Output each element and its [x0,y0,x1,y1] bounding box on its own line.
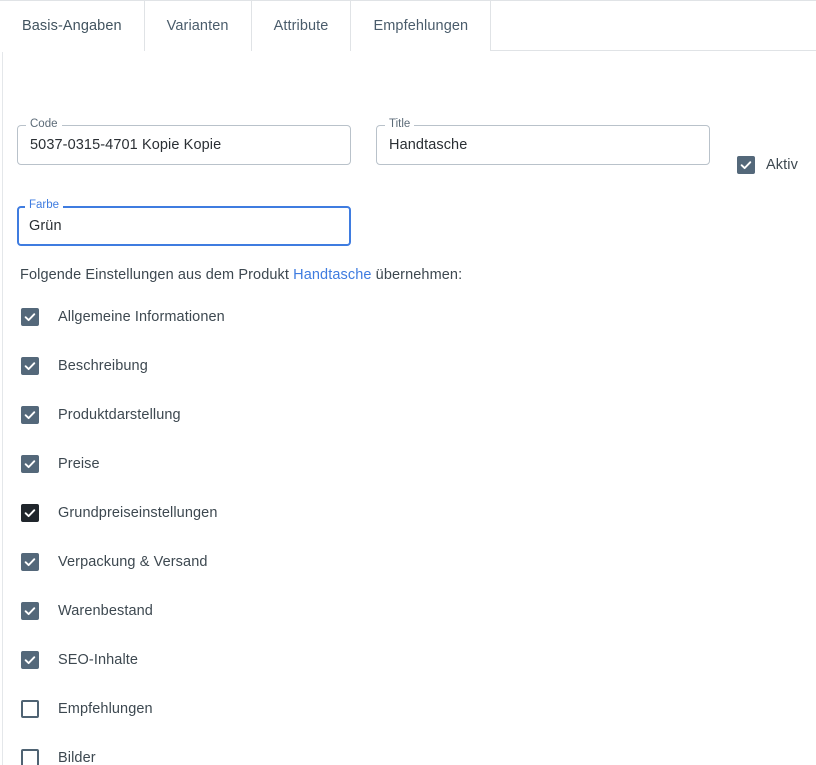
title-field-value[interactable]: Handtasche [389,125,467,165]
check-icon [24,558,36,567]
setting-label-preise: Preise [58,456,100,472]
setting-checkbox-beschreibung[interactable] [21,357,39,375]
setting-checkbox-grundpreiseinstellungen[interactable] [21,504,39,522]
check-icon [24,460,36,469]
setting-label-beschreibung: Beschreibung [58,358,148,374]
tab-varianten[interactable]: Varianten [144,1,252,51]
setting-row-empfehlungen[interactable]: Empfehlungen [21,700,541,718]
setting-label-seo-inhalte: SEO-Inhalte [58,652,139,668]
check-icon [24,313,36,322]
setting-label-allgemeine-informationen: Allgemeine Informationen [58,309,225,325]
farbe-field[interactable]: Farbe Grün [17,199,351,246]
tab-bar: Basis-Angaben Varianten Attribute Empfehlun… [0,0,816,52]
aktiv-checkbox-row[interactable]: Aktiv [737,156,798,174]
setting-row-allgemeine-informationen[interactable]: Allgemeine Informationen [21,308,541,326]
setting-checkbox-bilder[interactable] [21,749,39,765]
setting-label-produktdarstellung: Produktdarstellung [58,407,181,423]
setting-row-grundpreiseinstellungen[interactable]: Grundpreiseinstellungen [21,504,541,522]
inherit-settings-description: Folgende Einstellungen aus dem Produkt H… [20,267,462,283]
setting-label-grundpreiseinstellungen: Grundpreiseinstellungen [58,505,218,521]
check-icon [740,161,752,170]
left-rail-divider [2,50,3,765]
farbe-field-value[interactable]: Grün [29,206,62,246]
aktiv-label: Aktiv [766,157,798,173]
source-product-link[interactable]: Handtasche [293,267,371,283]
check-icon [24,362,36,371]
setting-checkbox-allgemeine-informationen[interactable] [21,308,39,326]
check-icon [24,656,36,665]
inherit-text-before: Folgende Einstellungen aus dem Produkt [20,267,294,283]
setting-row-preise[interactable]: Preise [21,455,541,473]
code-field-value[interactable]: 5037-0315-4701 Kopie Kopie [30,125,221,165]
setting-checkbox-preise[interactable] [21,455,39,473]
setting-row-produktdarstellung[interactable]: Produktdarstellung [21,406,541,424]
setting-row-beschreibung[interactable]: Beschreibung [21,357,541,375]
setting-label-warenbestand: Warenbestand [58,603,153,619]
setting-row-bilder[interactable]: Bilder [21,749,541,765]
setting-checkbox-empfehlungen[interactable] [21,700,39,718]
setting-checkbox-verpackung-und-versand[interactable] [21,553,39,571]
setting-checkbox-seo-inhalte[interactable] [21,651,39,669]
setting-checkbox-warenbestand[interactable] [21,602,39,620]
setting-row-verpackung-und-versand[interactable]: Verpackung & Versand [21,553,541,571]
setting-checkbox-produktdarstellung[interactable] [21,406,39,424]
setting-row-warenbestand[interactable]: Warenbestand [21,602,541,620]
inherit-text-after: übernehmen: [371,267,463,283]
tab-bar-filler [491,1,816,51]
check-icon [24,607,36,616]
check-icon [24,509,36,518]
tab-attribute[interactable]: Attribute [251,1,352,51]
tab-basis-angaben[interactable]: Basis-Angaben [0,1,145,52]
setting-row-seo-inhalte[interactable]: SEO-Inhalte [21,651,541,669]
setting-label-empfehlungen: Empfehlungen [58,701,153,717]
setting-label-bilder: Bilder [58,750,96,765]
farbe-field-outline [17,206,351,246]
title-field[interactable]: Title Handtasche [376,118,710,165]
settings-checkbox-list: Allgemeine Informationen Beschreibung Prod… [21,308,541,765]
aktiv-checkbox[interactable] [737,156,755,174]
setting-label-verpackung-und-versand: Verpackung & Versand [58,554,208,570]
code-field[interactable]: Code 5037-0315-4701 Kopie Kopie [17,118,351,165]
product-basis-angaben-page: Basis-Angaben Varianten Attribute Empfehlun… [0,0,816,765]
tab-empfehlungen[interactable]: Empfehlungen [351,1,492,51]
check-icon [24,411,36,420]
